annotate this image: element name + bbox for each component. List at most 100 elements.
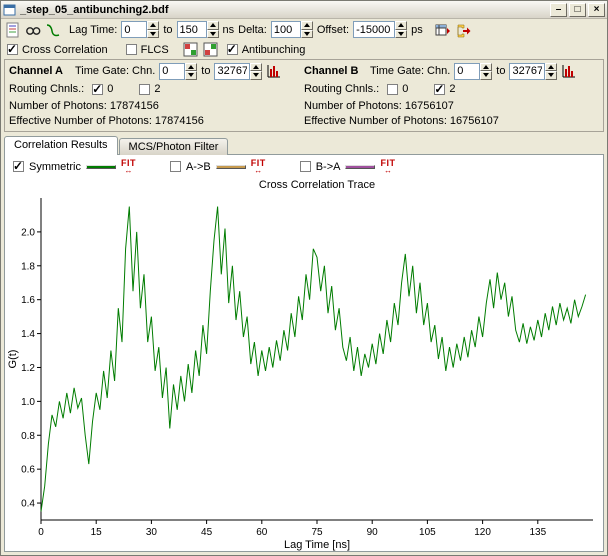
offset-label: Offset: [317,24,349,36]
ns-unit-label: ns [223,24,235,36]
channel-a-routing-2-checkbox[interactable] [139,84,150,95]
chart-area: Cross Correlation TraceLag Time [ns]G(t)… [5,176,603,551]
channel-b-gate-to-spinner [509,63,557,80]
correlation-results-panel: Symmetric FIT A->B FIT B->A FIT Cross Co… [4,154,604,552]
svg-text:0: 0 [38,527,44,538]
delta-spin-buttons[interactable] [301,21,313,38]
svg-text:30: 30 [146,527,158,538]
auto-correlation-matrix-icon[interactable] [183,42,199,58]
channel-a-section: Channel A Time Gate: Chn. to Routing Chn… [9,62,304,128]
curve-legend: Symmetric FIT A->B FIT B->A FIT [5,155,603,176]
channel-a-time-gate-label: Time Gate: Chn. [75,65,155,77]
a-to-b-color-swatch [216,165,246,169]
lag-from-spin-buttons[interactable] [147,21,159,38]
a-to-b-fit-button[interactable]: FIT [251,159,266,174]
channel-b-routing-0-checkbox[interactable] [387,84,398,95]
flcs-checkbox[interactable] [126,44,137,55]
analysis-window: _step_05_antibunching2.bdf – □ × Lag Tim… [0,0,608,556]
channel-b-routing-2-checkbox[interactable] [434,84,445,95]
cross-correlation-matrix-icon[interactable] [203,42,219,58]
toolbar: Lag Time: to ns Delta: Offset: ps [1,19,607,40]
legend-item-b-to-a: B->A FIT [300,159,396,174]
symmetric-label: Symmetric [29,161,81,173]
cross-correlation-checkbox[interactable] [7,44,18,55]
offset-input[interactable] [353,21,395,38]
flcs-label: FLCS [141,44,169,56]
cross-correlation-label: Cross Correlation [22,44,108,56]
channel-b-routing-2-label: 2 [449,83,455,95]
b-to-a-fit-button[interactable]: FIT [380,159,395,174]
svg-text:Lag Time [ns]: Lag Time [ns] [284,539,350,551]
symmetric-color-swatch [86,165,116,169]
svg-text:1.4: 1.4 [21,329,35,340]
channel-a-gate-to-spin-buttons[interactable] [250,63,262,80]
channel-a-gate-from-spinner [159,63,197,80]
channel-b-time-gate-icon[interactable] [561,63,577,79]
lag-to-spinner [177,21,219,38]
channel-b-gate-from-spin-buttons[interactable] [480,63,492,80]
lag-from-spinner [121,21,159,38]
svg-text:2.0: 2.0 [21,227,35,238]
decay-curve-icon[interactable] [45,22,61,38]
channel-a-time-gate-icon[interactable] [266,63,282,79]
channel-b-gate-from-input[interactable] [454,63,480,80]
channel-a-gate-from-spin-buttons[interactable] [185,63,197,80]
channel-settings-frame: Channel A Time Gate: Chn. to Routing Chn… [4,59,604,132]
channel-b-routing-2: 2 [434,83,455,95]
glasses-icon[interactable] [25,22,41,38]
lag-to-spin-buttons[interactable] [207,21,219,38]
channel-b-section: Channel B Time Gate: Chn. to Routing Chn… [304,62,599,128]
channel-b-gate-to-spin-buttons[interactable] [545,63,557,80]
channel-b-time-gate-label: Time Gate: Chn. [370,65,450,77]
channel-a-gate-to-input[interactable] [214,63,250,80]
legend-item-a-to-b: A->B FIT [170,159,266,174]
b-to-a-checkbox[interactable] [300,161,311,172]
restore-button[interactable]: □ [569,3,586,17]
channel-b-gate-to-input[interactable] [509,63,545,80]
channel-a-routing-2: 2 [139,83,160,95]
channel-b-photons-count: Number of Photons: 16756107 [304,98,599,113]
antibunching-checkbox[interactable] [227,44,238,55]
calculate-icon[interactable] [435,22,451,38]
symmetric-fit-button[interactable]: FIT [121,159,136,174]
tab-correlation-results[interactable]: Correlation Results [4,136,118,155]
a-to-b-checkbox[interactable] [170,161,181,172]
close-button[interactable]: × [588,3,605,17]
exit-analysis-icon[interactable] [455,22,471,38]
options-row: Cross Correlation FLCS Antibunching [1,40,607,59]
channel-a-routing-0-checkbox[interactable] [92,84,103,95]
symmetric-checkbox[interactable] [13,161,24,172]
svg-text:15: 15 [91,527,103,538]
minimize-button[interactable]: – [550,3,567,17]
delta-spinner [271,21,313,38]
channel-b-routing-label: Routing Chnls.: [304,83,379,95]
offset-spinner [353,21,407,38]
svg-text:1.2: 1.2 [21,363,35,374]
lag-time-label: Lag Time: [69,24,117,36]
ps-unit-label: ps [411,24,423,36]
channel-a-routing-0: 0 [92,83,113,95]
delta-input[interactable] [271,21,301,38]
script-icon[interactable] [5,22,21,38]
results-tabs: Correlation Results MCS/Photon Filter [1,134,607,154]
channel-b-title: Channel B [304,65,366,77]
legend-item-symmetric: Symmetric FIT [13,159,136,174]
tab-mcs-photon-filter[interactable]: MCS/Photon Filter [119,138,229,155]
antibunching-option: Antibunching [227,44,306,56]
channel-a-routing-2-label: 2 [154,83,160,95]
svg-text:1.8: 1.8 [21,261,35,272]
titlebar[interactable]: _step_05_antibunching2.bdf – □ × [1,1,607,19]
channel-a-gate-from-input[interactable] [159,63,185,80]
window-controls: – □ × [550,3,605,17]
svg-text:1.0: 1.0 [21,397,35,408]
cross-correlation-chart[interactable]: Cross Correlation TraceLag Time [ns]G(t)… [7,176,601,552]
offset-spin-buttons[interactable] [395,21,407,38]
channel-a-gate-to-label: to [201,65,210,77]
svg-text:105: 105 [419,527,436,538]
channel-a-effective-photons-count: Effective Number of Photons: 17874156 [9,113,304,128]
svg-text:G(t): G(t) [7,350,19,369]
cross-correlation-option: Cross Correlation [7,44,108,56]
svg-text:0.6: 0.6 [21,465,35,476]
lag-from-input[interactable] [121,21,147,38]
lag-to-input[interactable] [177,21,207,38]
